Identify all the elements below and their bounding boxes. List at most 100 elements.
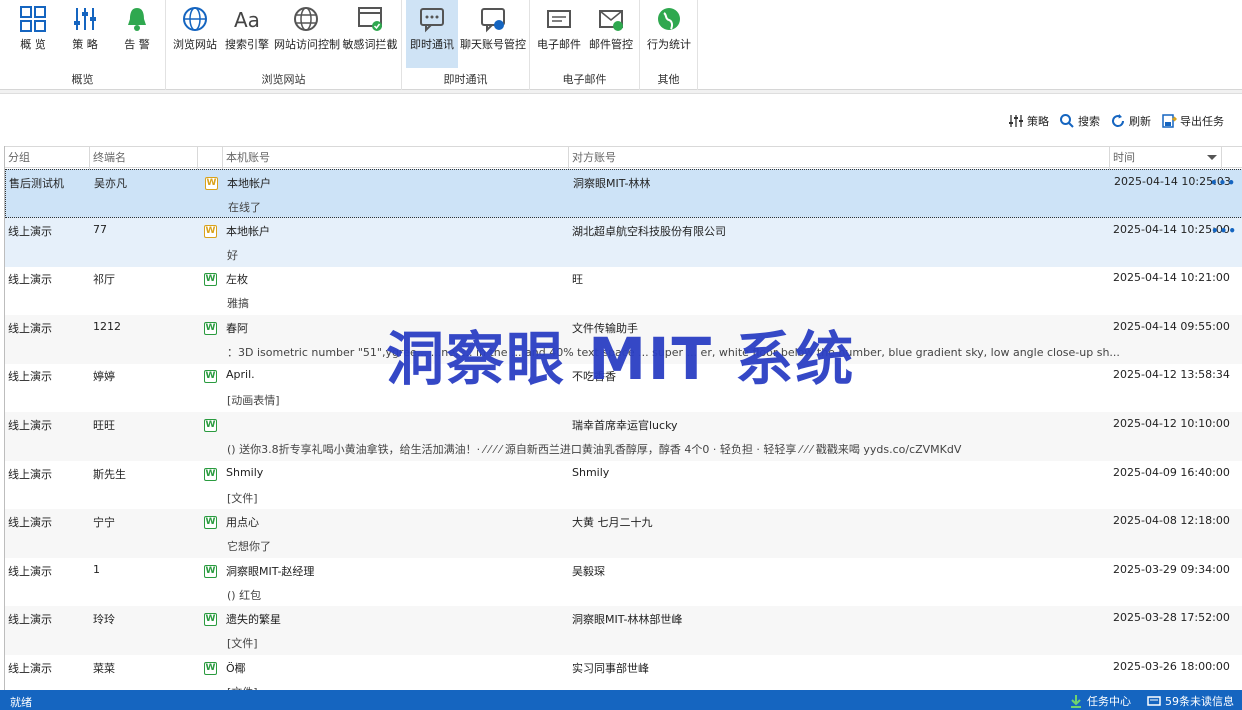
ribbon-group-label: 其他 bbox=[657, 73, 680, 86]
cell-peer-account: 文件传输助手 bbox=[572, 321, 638, 335]
unread-messages-button[interactable]: 59条未读信息 bbox=[1147, 693, 1234, 709]
col-peer-header[interactable]: 对方账号 bbox=[569, 147, 1110, 169]
more-options-icon[interactable]: ••• bbox=[1211, 224, 1237, 238]
table-row[interactable]: 线上演示 婷婷 April. 不吃香香 2025-04-12 13:58:34 W [动画表… bbox=[5, 363, 1242, 412]
ribbon-toolbar: 概 览 策 略 告 警 概览 浏览网站 Aa 搜索引擎 网站访问控制 敏感词拦截… bbox=[0, 0, 1242, 90]
export-task-button[interactable]: 导出任务 bbox=[1161, 113, 1224, 129]
cell-local-account: April. bbox=[226, 368, 255, 382]
email-check-icon bbox=[599, 10, 623, 31]
message-icon bbox=[1147, 696, 1161, 706]
col-icon-header bbox=[198, 147, 223, 169]
cell-terminal: 宁宁 bbox=[93, 516, 115, 530]
svg-text:Aa: Aa bbox=[234, 8, 260, 32]
chat-account-button[interactable]: 聊天账号管控 bbox=[460, 0, 526, 68]
cell-terminal: 1 bbox=[93, 562, 100, 576]
cell-terminal: 1212 bbox=[93, 319, 121, 333]
cell-time: 2025-03-29 09:34:00 bbox=[1113, 562, 1230, 576]
cell-local-account: 洞察眼MIT-赵经理 bbox=[226, 564, 315, 578]
cell-peer-account: 湖北超卓航空科技股份有限公司 bbox=[572, 224, 726, 238]
alert-button[interactable]: 告 警 bbox=[112, 0, 162, 68]
email-icon bbox=[547, 10, 571, 28]
refresh-button[interactable]: 刷新 bbox=[1110, 113, 1151, 129]
app-window: 概 览 策 略 告 警 概览 浏览网站 Aa 搜索引擎 网站访问控制 敏感词拦截… bbox=[0, 0, 1242, 710]
cell-message: () 送你3.8折专享礼喝小黄油拿铁，给生活加满油！· ⁄ ⁄ ⁄ ⁄ 源自新西… bbox=[227, 443, 962, 456]
cell-local-account: 春阿 bbox=[226, 321, 248, 335]
table-row[interactable]: 线上演示 宁宁 用点心 大黄 七月二十九 2025-04-08 12:18:00 W 它想你… bbox=[5, 509, 1242, 559]
cell-group: 售后测试机 bbox=[9, 177, 64, 190]
col-group-header[interactable]: 分组 bbox=[5, 147, 90, 169]
ribbon-group-other: 行为统计 其他 bbox=[640, 0, 698, 90]
cell-group: 线上演示 bbox=[8, 564, 52, 578]
alert-label: 告 警 bbox=[124, 38, 150, 51]
cell-terminal: 77 bbox=[93, 222, 107, 236]
cell-message: () 红包 bbox=[227, 588, 262, 602]
cell-peer-account: 大黄 七月二十九 bbox=[572, 516, 653, 530]
browse-web-label: 浏览网站 bbox=[173, 38, 217, 51]
sensitive-word-label: 敏感词拦截 bbox=[342, 38, 398, 51]
col-terminal-header[interactable]: 终端名 bbox=[90, 147, 198, 169]
table-row[interactable]: 线上演示 玲玲 遗失的繁星 洞察眼MIT-林林部世峰 2025-03-28 17:52:… bbox=[5, 606, 1242, 656]
email-button[interactable]: 电子邮件 bbox=[534, 0, 584, 68]
cell-peer-account: 洞察眼MIT-林林部世峰 bbox=[572, 613, 683, 627]
table-row[interactable]: 线上演示 斯先生 Shmily Shmily 2025-04-09 16:40:00 W [… bbox=[5, 461, 1242, 510]
browse-web-button[interactable]: 浏览网站 bbox=[170, 0, 220, 68]
cell-group: 线上演示 bbox=[8, 662, 52, 675]
sort-desc-icon[interactable] bbox=[1207, 155, 1217, 160]
im-button[interactable]: 即时通讯 bbox=[406, 0, 458, 68]
cell-message: [文件] bbox=[227, 491, 258, 505]
search-label: 搜索 bbox=[1078, 115, 1100, 128]
cell-local-account: 本地帐户 bbox=[227, 177, 271, 190]
policy-tool-button[interactable]: 策略 bbox=[1008, 113, 1049, 129]
chat-user-icon bbox=[481, 8, 505, 33]
table-row[interactable]: 线上演示 77 本地帐户 湖北超卓航空科技股份有限公司 2025-04-14 10:25… bbox=[5, 217, 1242, 267]
cell-terminal: 斯先生 bbox=[93, 467, 126, 481]
behavior-stats-button[interactable]: 行为统计 bbox=[644, 0, 694, 68]
cell-message: [文件] bbox=[227, 637, 258, 651]
ribbon-group-im: 即时通讯 聊天账号管控 即时通讯 bbox=[402, 0, 530, 90]
table-row[interactable]: 线上演示 1 洞察眼MIT-赵经理 吴毅琛 2025-03-29 09:34:00 W ()… bbox=[5, 558, 1242, 607]
cell-terminal: 婷婷 bbox=[93, 370, 115, 384]
task-center-button[interactable]: 任务中心 bbox=[1069, 693, 1131, 709]
refresh-label: 刷新 bbox=[1129, 115, 1151, 128]
cell-time: 2025-04-08 12:18:00 bbox=[1113, 514, 1230, 528]
site-access-button[interactable]: 网站访问控制 bbox=[274, 0, 340, 68]
policy-label: 策 略 bbox=[72, 38, 98, 51]
cell-terminal: 玲玲 bbox=[93, 613, 115, 627]
table-row[interactable]: 线上演示 祁厅 左枚 旺 2025-04-14 10:21:00 W 雅搞 bbox=[5, 266, 1242, 315]
unread-label: 59条未读信息 bbox=[1165, 695, 1234, 708]
wechat-icon: W bbox=[204, 370, 217, 384]
cell-local-account: Ö椰 bbox=[226, 662, 246, 675]
globe-stats-icon bbox=[658, 8, 680, 30]
search-engine-button[interactable]: Aa 搜索引擎 bbox=[222, 0, 272, 68]
cell-local-account: 用点心 bbox=[226, 516, 259, 530]
cell-local-account: Shmily bbox=[226, 465, 264, 479]
col-time-header[interactable]: 时间 bbox=[1110, 147, 1222, 169]
overview-button[interactable]: 概 览 bbox=[8, 0, 58, 68]
site-access-label: 网站访问控制 bbox=[274, 38, 340, 51]
search-button[interactable]: 搜索 bbox=[1059, 113, 1100, 129]
table-row[interactable]: 售后测试机 吴亦凡 本地帐户 洞察眼MIT-林林 2025-04-14 10:25:03… bbox=[5, 169, 1242, 218]
cell-local-account: 本地帐户 bbox=[226, 224, 270, 238]
download-icon bbox=[1071, 695, 1081, 708]
cell-peer-account: 洞察眼MIT-林林 bbox=[573, 177, 651, 190]
table-row[interactable]: 线上演示菜菜Ö椰实习同事部世峰2025-03-26 18:00:00W[文件] bbox=[5, 655, 1242, 690]
col-local-header[interactable]: 本机账号 bbox=[223, 147, 569, 169]
wechat-icon: W bbox=[204, 467, 217, 481]
ribbon-group-browse: 浏览网站 Aa 搜索引擎 网站访问控制 敏感词拦截 浏览网站 bbox=[166, 0, 402, 90]
sensitive-word-button[interactable]: 敏感词拦截 bbox=[342, 0, 398, 68]
cell-message: 它想你了 bbox=[227, 540, 271, 554]
table-row[interactable]: 线上演示 旺旺 瑞幸首席幸运官lucky 2025-04-12 10:10:00 W ()… bbox=[5, 412, 1242, 461]
ribbon-group-label: 电子邮件 bbox=[562, 73, 607, 86]
export-icon bbox=[1162, 114, 1177, 128]
policy-button[interactable]: 策 略 bbox=[60, 0, 110, 68]
cell-message: [动画表情] bbox=[227, 394, 280, 408]
more-options-icon[interactable]: ••• bbox=[1210, 176, 1236, 190]
email-control-button[interactable]: 邮件管控 bbox=[586, 0, 636, 68]
wechat-icon: W bbox=[204, 662, 217, 675]
wechat-icon: W bbox=[204, 419, 217, 432]
cell-time: 2025-04-14 10:21:00 bbox=[1113, 271, 1230, 285]
table-row[interactable]: 线上演示 1212 春阿 文件传输助手 2025-04-14 09:55:00 W ：3D … bbox=[5, 314, 1242, 364]
cell-terminal: 菜菜 bbox=[93, 662, 115, 675]
ribbon-group-email: 电子邮件 邮件管控 电子邮件 bbox=[530, 0, 640, 90]
font-aa-icon: Aa bbox=[234, 8, 260, 32]
